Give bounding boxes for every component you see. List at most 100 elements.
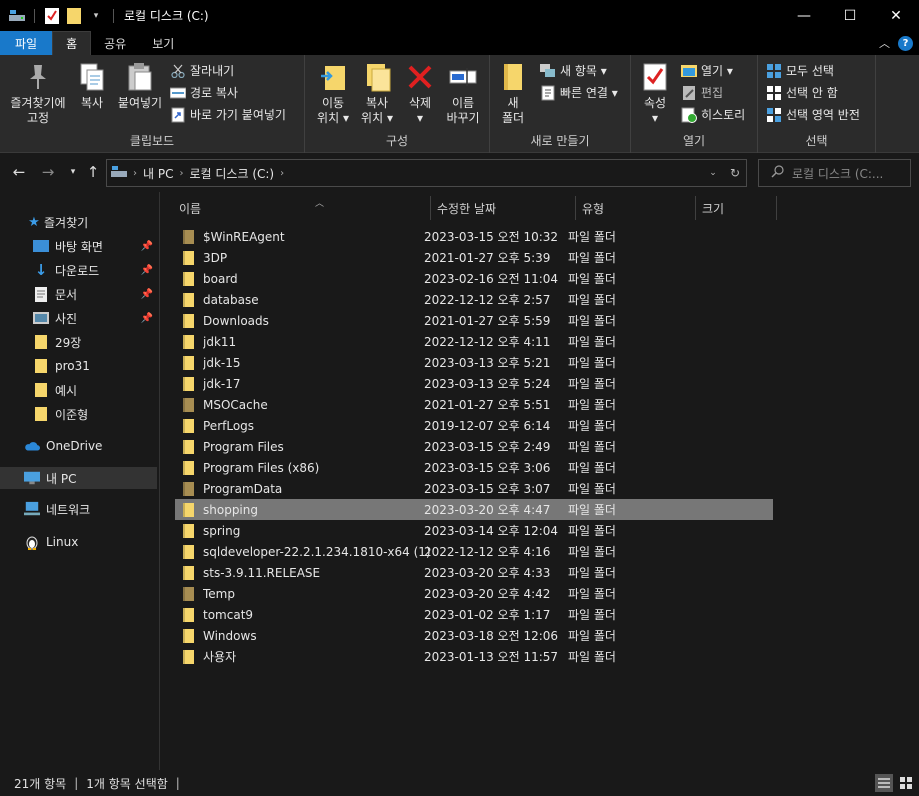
forward-button[interactable]: →	[38, 162, 58, 182]
pin-icon[interactable]: 📌	[141, 241, 153, 252]
table-row[interactable]: tomcat9 2023-01-02 오후 1:17 파일 폴더	[175, 604, 773, 625]
table-row[interactable]: MSOCache 2021-01-27 오후 5:51 파일 폴더	[175, 394, 773, 415]
invert-selection-button[interactable]: 선택 영역 반전	[766, 106, 860, 123]
table-row[interactable]: jdk-17 2023-03-13 오후 5:24 파일 폴더	[175, 373, 773, 394]
nav-item-user-folder[interactable]: 이준형	[0, 403, 157, 425]
nav-network[interactable]: 네트워크	[0, 498, 157, 520]
table-row[interactable]: shopping 2023-03-20 오후 4:47 파일 폴더	[175, 499, 773, 520]
properties-icon[interactable]	[43, 7, 61, 25]
large-icons-view-icon[interactable]	[897, 774, 915, 792]
tab-share[interactable]: 공유	[91, 31, 139, 55]
chevron-right-icon[interactable]: ›	[280, 168, 284, 179]
nav-item-folder-29[interactable]: 29장	[0, 331, 157, 353]
minimize-button[interactable]: —	[781, 0, 827, 31]
column-header-name[interactable]: ︿ 이름	[175, 196, 431, 220]
table-row[interactable]: database 2022-12-12 오후 2:57 파일 폴더	[175, 289, 773, 310]
select-none-button[interactable]: 선택 안 함	[766, 84, 838, 101]
tab-file[interactable]: 파일	[0, 31, 53, 55]
file-type: 파일 폴더	[568, 377, 616, 391]
nav-item-documents[interactable]: 문서 📌	[0, 283, 157, 305]
open-button[interactable]: 열기 ▾	[681, 62, 733, 79]
pin-to-quick-access-button[interactable]: 즐겨찾기에 고정	[6, 61, 70, 126]
nav-item-pro31[interactable]: pro31	[0, 355, 157, 377]
address-dropdown-icon[interactable]: ⌄	[702, 168, 724, 178]
table-row[interactable]: $WinREAgent 2023-03-15 오전 10:32 파일 폴더	[175, 226, 773, 247]
new-folder-button[interactable]: 새 폴더	[496, 61, 530, 126]
chevron-right-icon[interactable]: ›	[133, 168, 137, 179]
up-button[interactable]: ↑	[83, 162, 103, 182]
nav-item-downloads[interactable]: ↓ 다운로드 📌	[0, 259, 157, 281]
table-row[interactable]: jdk-15 2023-03-13 오후 5:21 파일 폴더	[175, 352, 773, 373]
paste-button[interactable]: 붙여넣기	[114, 61, 166, 111]
recent-locations-button[interactable]: ▾	[63, 162, 83, 182]
refresh-icon[interactable]: ↻	[724, 166, 746, 180]
nav-quick-access[interactable]: ★ 즐겨찾기	[0, 211, 157, 233]
new-item-button[interactable]: 새 항목 ▾	[540, 62, 607, 79]
paste-shortcut-button[interactable]: 바로 가기 붙여넣기	[170, 106, 286, 123]
copy-button[interactable]: 복사	[74, 61, 110, 111]
pin-icon[interactable]: 📌	[141, 313, 153, 324]
table-row[interactable]: Program Files (x86) 2023-03-15 오후 3:06 파일 …	[175, 457, 773, 478]
customize-dropdown-icon[interactable]: ▾	[87, 7, 105, 25]
chevron-right-icon[interactable]: ›	[179, 168, 183, 179]
details-view-icon[interactable]	[875, 774, 893, 792]
close-button[interactable]: ✕	[873, 0, 919, 31]
file-name: jdk-15	[203, 355, 241, 370]
copy-to-button[interactable]: 복사 위치 ▾	[355, 61, 399, 126]
star-icon: ★	[28, 214, 40, 230]
table-row[interactable]: PerfLogs 2019-12-07 오후 6:14 파일 폴더	[175, 415, 773, 436]
table-row[interactable]: 사용자 2023-01-13 오전 11:57 파일 폴더	[175, 646, 773, 667]
column-header-modified[interactable]: 수정한 날짜	[433, 196, 576, 220]
column-header-type[interactable]: 유형	[578, 196, 696, 220]
new-folder-icon[interactable]	[65, 7, 83, 25]
folder-icon	[181, 334, 197, 349]
pin-icon[interactable]: 📌	[141, 265, 153, 276]
table-row[interactable]: Temp 2023-03-20 오후 4:42 파일 폴더	[175, 583, 773, 604]
table-row[interactable]: jdk11 2022-12-12 오후 4:11 파일 폴더	[175, 331, 773, 352]
properties-dropdown-icon[interactable]: ▾	[652, 111, 658, 126]
nav-item-example[interactable]: 예시	[0, 379, 157, 401]
folder-icon	[181, 397, 197, 412]
column-header-size[interactable]: 크기	[698, 196, 777, 220]
table-row[interactable]: board 2023-02-16 오전 11:04 파일 폴더	[175, 268, 773, 289]
nav-item-desktop[interactable]: 바탕 화면 📌	[0, 235, 157, 257]
pin-icon[interactable]: 📌	[141, 289, 153, 300]
maximize-button[interactable]: ☐	[827, 0, 873, 31]
address-bar[interactable]: › 내 PC › 로컬 디스크 (C:) › ⌄ ↻	[106, 159, 747, 187]
table-row[interactable]: Windows 2023-03-18 오전 12:06 파일 폴더	[175, 625, 773, 646]
collapse-ribbon-icon[interactable]: ︿	[879, 35, 890, 51]
breadcrumb-thispc[interactable]: 내 PC	[143, 165, 173, 182]
search-input[interactable]: 로컬 디스크 (C:...	[758, 159, 911, 187]
select-all-button[interactable]: 모두 선택	[766, 62, 834, 79]
folder-icon	[181, 502, 197, 517]
cut-button[interactable]: 잘라내기	[170, 62, 234, 79]
delete-dropdown-icon[interactable]: ▾	[417, 111, 423, 126]
easy-access-button[interactable]: 빠른 연결 ▾	[540, 84, 618, 101]
nav-item-pictures[interactable]: 사진 📌	[0, 307, 157, 329]
help-icon[interactable]: ?	[898, 35, 913, 51]
table-row[interactable]: sts-3.9.11.RELEASE 2023-03-20 오후 4:33 파일 폴…	[175, 562, 773, 583]
move-to-button[interactable]: 이동 위치 ▾	[311, 61, 355, 126]
table-row[interactable]: Program Files 2023-03-15 오후 2:49 파일 폴더	[175, 436, 773, 457]
table-row[interactable]: spring 2023-03-14 오후 12:04 파일 폴더	[175, 520, 773, 541]
history-button[interactable]: 히스토리	[681, 106, 745, 123]
nav-item-label: 다운로드	[55, 263, 100, 278]
tab-view[interactable]: 보기	[139, 31, 187, 55]
back-button[interactable]: ←	[9, 162, 29, 182]
nav-thispc[interactable]: 내 PC	[0, 467, 157, 489]
table-row[interactable]: 3DP 2021-01-27 오후 5:39 파일 폴더	[175, 247, 773, 268]
nav-onedrive[interactable]: OneDrive	[0, 435, 157, 457]
file-name: tomcat9	[203, 607, 254, 622]
breadcrumb-drive[interactable]: 로컬 디스크 (C:)	[189, 165, 274, 182]
nav-linux[interactable]: Linux	[0, 531, 157, 553]
copy-path-button[interactable]: 경로 복사	[170, 84, 238, 101]
table-row[interactable]: sqldeveloper-22.2.1.234.1810-x64 (1) 2022…	[175, 541, 773, 562]
delete-button[interactable]: 삭제 ▾	[403, 61, 437, 126]
rename-button[interactable]: 이름 바꾸기	[441, 61, 485, 126]
properties-button[interactable]: 속성 ▾	[637, 61, 673, 126]
table-row[interactable]: ProgramData 2023-03-15 오후 3:07 파일 폴더	[175, 478, 773, 499]
toolbar-separator	[113, 8, 114, 23]
edit-button[interactable]: 편집	[681, 84, 723, 101]
tab-home[interactable]: 홈	[52, 31, 92, 55]
table-row[interactable]: Downloads 2021-01-27 오후 5:59 파일 폴더	[175, 310, 773, 331]
